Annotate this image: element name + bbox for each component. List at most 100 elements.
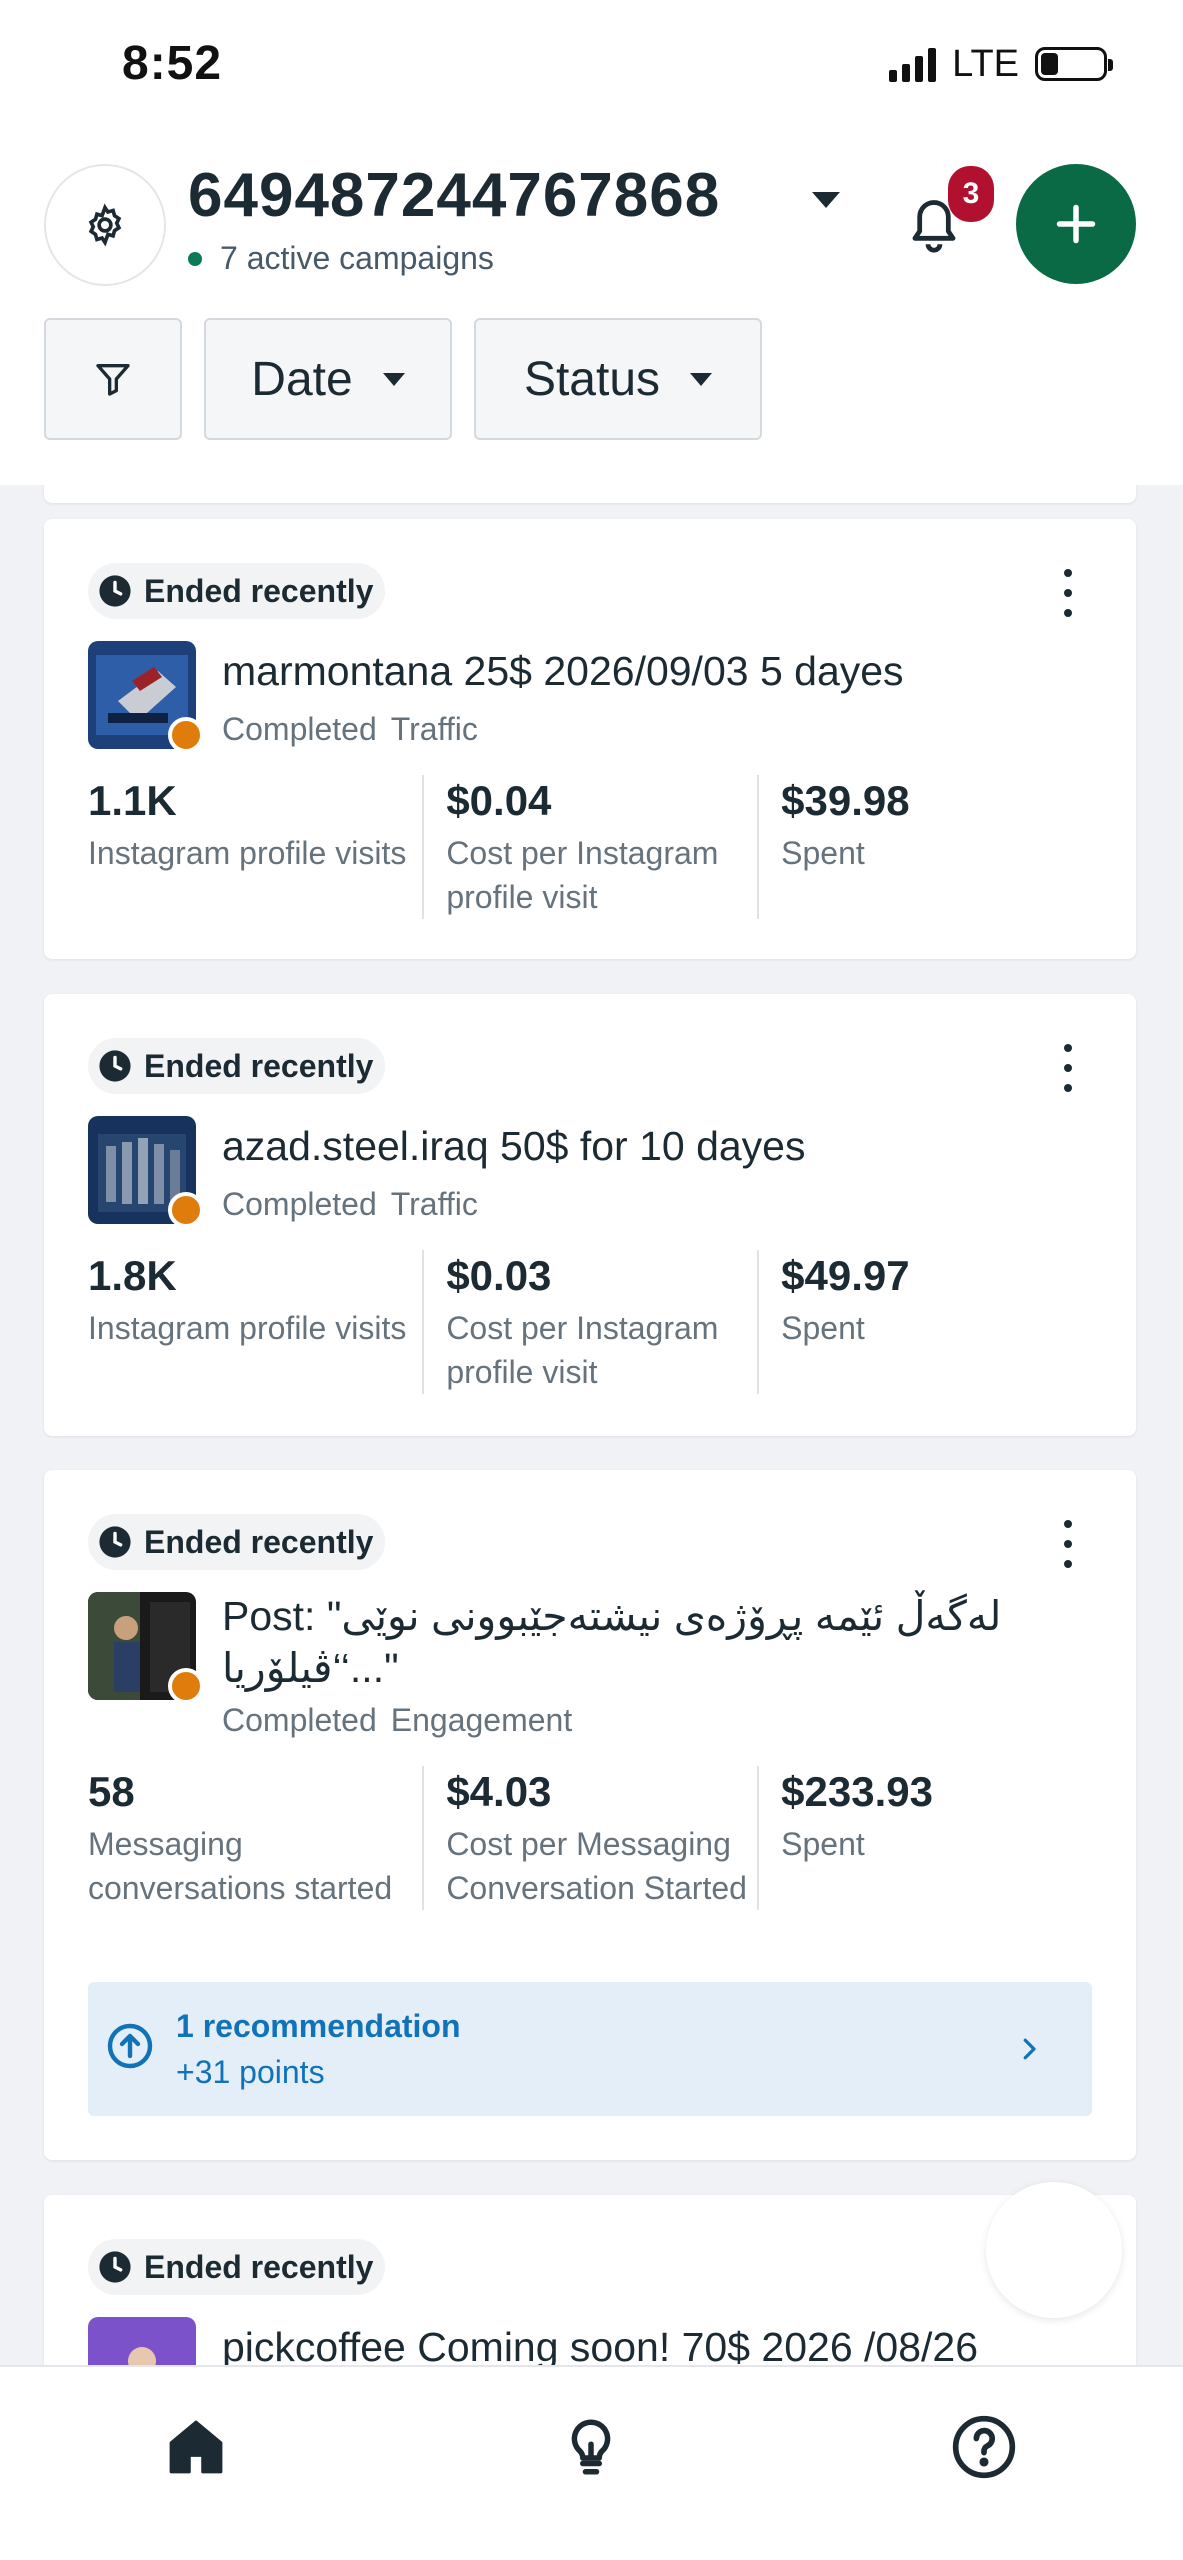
metric-label: Messaging conversations started bbox=[88, 1826, 393, 1906]
metric-label: Spent bbox=[781, 835, 865, 871]
metric-cost-per-result: $0.04 Cost per Instagram profile visit bbox=[422, 775, 757, 919]
chevron-down-icon bbox=[690, 372, 713, 386]
metric-value: $49.97 bbox=[781, 1252, 910, 1299]
campaign-meta: Completed Engagement bbox=[222, 1702, 572, 1739]
bottom-tab-bar bbox=[0, 2365, 1183, 2560]
metric-label: Cost per Messaging Conversation Started bbox=[446, 1826, 747, 1906]
campaign-status: Completed bbox=[222, 1186, 377, 1222]
campaign-name: azad.steel.iraq 50$ for 10 dayes bbox=[222, 1123, 806, 1169]
campaign-meta: Completed Traffic bbox=[222, 711, 478, 748]
filter-bar: Date Status bbox=[44, 318, 762, 440]
campaign-name: pickcoffee Coming soon! 70$ 2026 /08/26 bbox=[222, 2324, 978, 2365]
campaign-card[interactable]: Ended recently marmontana 25$ 2026/09/03… bbox=[44, 519, 1136, 959]
filter-button[interactable] bbox=[44, 318, 182, 440]
active-campaigns-label: 7 active campaigns bbox=[220, 240, 494, 276]
clock-icon bbox=[99, 1526, 131, 1558]
tab-insights[interactable] bbox=[551, 2407, 631, 2487]
account-header: 649487244767868 7 active campaigns 3 Dat… bbox=[0, 140, 1183, 485]
ended-recently-pill: Ended recently bbox=[88, 563, 386, 619]
status-indicators: LTE bbox=[889, 42, 1113, 85]
metric-label: Instagram profile visits bbox=[88, 835, 407, 871]
tab-home[interactable] bbox=[156, 2407, 236, 2487]
settings-button[interactable] bbox=[44, 164, 166, 286]
signal-icon bbox=[889, 46, 937, 82]
notification-badge: 3 bbox=[948, 166, 994, 222]
metric-results: 1.1K Instagram profile visits bbox=[88, 775, 422, 919]
metric-value: 1.8K bbox=[88, 1252, 177, 1299]
metric-label: Cost per Instagram profile visit bbox=[446, 1310, 719, 1390]
metric-value: 58 bbox=[88, 1768, 135, 1815]
gear-icon bbox=[88, 203, 122, 247]
campaign-name: Post: "لەگەڵ ئێمە پڕۆژەی نیشتەجێبوونی نو… bbox=[222, 1593, 1002, 1691]
campaign-list[interactable]: Ended recently marmontana 25$ 2026/09/03… bbox=[0, 485, 1183, 2365]
metric-value: $233.93 bbox=[781, 1768, 933, 1815]
chevron-down-icon bbox=[382, 372, 405, 386]
floating-action-button[interactable] bbox=[986, 2182, 1122, 2318]
battery-icon bbox=[1035, 47, 1113, 81]
campaign-name: marmontana 25$ 2026/09/03 5 dayes bbox=[222, 648, 904, 694]
delivery-status-dot bbox=[168, 1668, 204, 1704]
clock-icon bbox=[99, 575, 131, 607]
metric-value: $39.98 bbox=[781, 777, 910, 824]
performance-up-icon bbox=[107, 2023, 153, 2069]
campaign-status: Completed bbox=[222, 711, 377, 747]
campaign-objective: Traffic bbox=[390, 1186, 478, 1222]
delivery-status-dot bbox=[168, 1192, 204, 1228]
metric-label: Spent bbox=[781, 1310, 865, 1346]
campaign-objective: Engagement bbox=[390, 1702, 573, 1738]
date-filter[interactable]: Date bbox=[204, 318, 452, 440]
campaign-card[interactable]: Ended recently Post: "لەگەڵ ئێمە پڕۆژەی … bbox=[44, 1470, 1136, 2160]
metric-value: $0.04 bbox=[446, 777, 552, 824]
status-filter[interactable]: Status bbox=[474, 318, 762, 440]
metric-spent: $39.98 Spent bbox=[757, 775, 1092, 919]
metric-results: 58 Messaging conversations started bbox=[88, 1766, 422, 1910]
metric-results: 1.8K Instagram profile visits bbox=[88, 1250, 422, 1394]
campaign-metrics: 1.1K Instagram profile visits $0.04 Cost… bbox=[88, 775, 1092, 919]
date-filter-label: Date bbox=[251, 352, 353, 406]
status-time: 8:52 bbox=[122, 37, 223, 90]
metric-value: $4.03 bbox=[446, 1768, 552, 1815]
ended-recently-label: Ended recently bbox=[144, 1047, 374, 1084]
recommendation-points: +31 points bbox=[176, 2054, 325, 2090]
metric-cost-per-result: $0.03 Cost per Instagram profile visit bbox=[422, 1250, 757, 1394]
tab-help[interactable] bbox=[944, 2407, 1024, 2487]
more-options-icon[interactable] bbox=[1058, 569, 1078, 617]
campaign-metrics: 1.8K Instagram profile visits $0.03 Cost… bbox=[88, 1250, 1092, 1394]
more-options-icon[interactable] bbox=[1058, 1520, 1078, 1568]
campaign-card[interactable]: Ended recently pickcoffee Coming soon! 7… bbox=[44, 2195, 1136, 2365]
account-dropdown-icon[interactable] bbox=[812, 192, 840, 208]
filter-icon bbox=[96, 364, 130, 396]
clock-icon bbox=[99, 2251, 131, 2283]
home-icon bbox=[169, 2420, 223, 2474]
campaign-objective: Traffic bbox=[390, 711, 478, 747]
ended-recently-label: Ended recently bbox=[144, 1523, 374, 1560]
metric-label: Spent bbox=[781, 1826, 865, 1862]
metric-spent: $49.97 Spent bbox=[757, 1250, 1092, 1394]
metric-cost-per-result: $4.03 Cost per Messaging Conversation St… bbox=[422, 1766, 757, 1910]
delivery-status-dot bbox=[168, 717, 204, 753]
campaign-card[interactable]: Ended recently azad.steel.iraq 50$ for 1… bbox=[44, 994, 1136, 1436]
clock-icon bbox=[99, 1050, 131, 1082]
account-id[interactable]: 649487244767868 bbox=[188, 160, 720, 231]
recommendation-banner[interactable]: 1 recommendation +31 points bbox=[88, 1982, 1092, 2116]
status-filter-label: Status bbox=[523, 352, 661, 406]
metric-value: 1.1K bbox=[88, 777, 177, 824]
metric-value: $0.03 bbox=[446, 1252, 552, 1299]
campaign-meta: Completed Traffic bbox=[222, 1186, 478, 1223]
help-icon bbox=[952, 2415, 1016, 2479]
recommendation-title: 1 recommendation bbox=[176, 2008, 461, 2044]
ended-recently-pill: Ended recently bbox=[88, 1514, 386, 1570]
create-campaign-button[interactable] bbox=[1016, 164, 1136, 284]
lightbulb-icon bbox=[571, 2419, 611, 2475]
network-label: LTE bbox=[952, 42, 1019, 85]
active-campaigns-status: 7 active campaigns bbox=[188, 240, 494, 277]
ended-recently-label: Ended recently bbox=[144, 2248, 374, 2285]
campaign-metrics: 58 Messaging conversations started $4.03… bbox=[88, 1766, 1092, 1910]
chevron-right-icon bbox=[1023, 2038, 1036, 2060]
metric-label: Cost per Instagram profile visit bbox=[446, 835, 719, 915]
ended-recently-pill: Ended recently bbox=[88, 2239, 386, 2295]
metric-spent: $233.93 Spent bbox=[757, 1766, 1092, 1910]
ended-recently-label: Ended recently bbox=[144, 572, 374, 609]
previous-card-edge bbox=[44, 485, 1136, 503]
more-options-icon[interactable] bbox=[1058, 1044, 1078, 1092]
